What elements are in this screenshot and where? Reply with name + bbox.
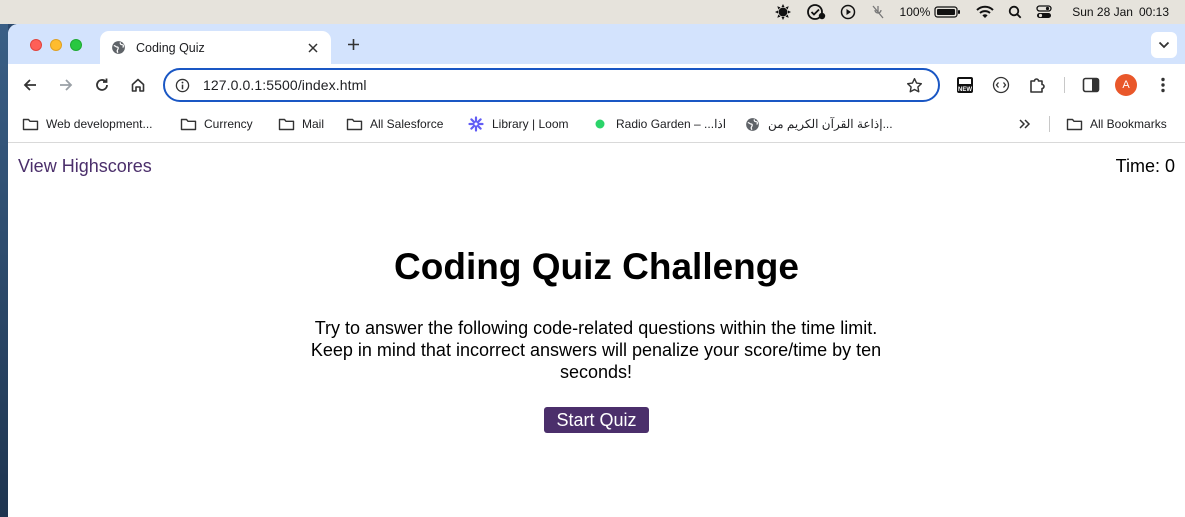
bookmarks-divider [1049,116,1050,132]
zoom-window-button[interactable] [70,39,82,51]
quiz-instructions: Try to answer the following code-related… [310,318,882,382]
folder-icon [21,116,39,132]
bookmarks-bar: Web development... Currency Mail All Sal… [8,106,1185,143]
bookmark-all-salesforce[interactable]: All Salesforce [345,115,443,133]
side-panel-icon[interactable] [1079,73,1103,97]
close-tab-icon[interactable] [305,40,321,56]
tab-search-button[interactable] [1151,32,1177,58]
battery-status[interactable]: 100% [900,0,963,24]
bookmark-label: Library | Loom [492,117,569,131]
bookmark-label: All Salesforce [370,117,444,131]
plus-icon [347,38,359,50]
chevron-down-icon [1158,41,1170,49]
timer: Time: 0 [1116,156,1175,177]
new-tab-button[interactable] [343,34,363,54]
browser-toolbar: 127.0.0.1:5500/index.html NEW A [8,64,1185,106]
desktop-background [0,24,8,517]
minimize-window-button[interactable] [50,39,62,51]
globe-icon [743,116,761,132]
menubar-extension-icon[interactable] [774,0,792,24]
bookmarks-overflow-button[interactable] [1018,115,1032,133]
view-highscores-link[interactable]: View Highscores [18,156,152,177]
extensions-puzzle-icon[interactable] [1025,73,1049,97]
bookmark-label: Web development... [46,117,153,131]
bookmark-currency[interactable]: Currency [179,115,253,133]
macos-menu-bar: 100% Sun 28 Jan 00:13 [0,0,1185,24]
bookmark-quran-radio[interactable]: إذاعة القرآن الكريم من... [743,115,893,133]
control-center-icon[interactable] [1036,0,1052,24]
new-extension-icon[interactable]: NEW [953,73,977,97]
page-content: View Highscores Time: 0 Coding Quiz Chal… [8,146,1185,517]
menubar-checkmark-icon[interactable] [806,0,826,24]
folder-icon [1065,116,1083,132]
bookmark-label: Currency [204,117,253,131]
arrow-left-icon [23,79,36,91]
timer-label: Time: [1115,156,1165,176]
menubar-clock[interactable]: Sun 28 Jan 00:13 [1066,0,1169,24]
globe-icon [110,40,126,56]
address-bar[interactable]: 127.0.0.1:5500/index.html [163,68,940,102]
reload-icon [96,78,108,91]
battery-icon [934,6,961,18]
home-button[interactable] [126,73,150,97]
bookmark-label: إذاعة القرآن الكريم من... [768,117,893,131]
loom-icon [467,116,485,132]
tab-title: Coding Quiz [136,40,205,55]
bookmark-web-development[interactable]: Web development... [21,115,153,133]
url-text[interactable]: 127.0.0.1:5500/index.html [203,77,904,93]
arrow-right-icon [60,79,73,91]
reload-button[interactable] [90,73,114,97]
timer-value: 0 [1164,156,1175,176]
tab-strip: Coding Quiz [8,24,1185,64]
bookmark-label: Radio Garden – ...اذا [616,117,727,131]
menu-kebab-icon[interactable] [1151,73,1175,97]
radio-garden-icon [591,116,609,132]
menubar-muted-icon[interactable] [870,0,886,24]
toolbar-divider [1064,77,1065,93]
bookmark-label: Mail [302,117,325,131]
start-quiz-button[interactable]: Start Quiz [544,407,649,433]
bookmark-mail[interactable]: Mail [277,115,324,133]
folder-icon [277,116,295,132]
back-button[interactable] [18,73,42,97]
menubar-play-icon[interactable] [840,0,856,24]
bookmark-radio-garden[interactable]: Radio Garden – ...اذا [591,115,726,133]
home-icon [131,78,145,92]
svg-text:NEW: NEW [958,87,972,93]
all-bookmarks-button[interactable]: All Bookmarks [1065,115,1167,133]
battery-percent: 100% [899,5,931,19]
site-info-icon[interactable] [174,77,190,93]
close-window-button[interactable] [30,39,42,51]
wifi-icon[interactable] [976,0,994,24]
bookmark-star-icon[interactable] [904,75,924,95]
page-title: Coding Quiz Challenge [394,246,799,287]
code-extension-icon[interactable] [989,73,1013,97]
browser-window: Coding Quiz 127.0.0.1:5500/index.html NE… [8,24,1185,517]
forward-button[interactable] [54,73,78,97]
menubar-time: 00:13 [1138,5,1169,19]
double-chevron-right-icon [1019,119,1031,129]
all-bookmarks-label: All Bookmarks [1090,117,1167,131]
bookmark-library-loom[interactable]: Library | Loom [467,115,568,133]
spotlight-search-icon[interactable] [1008,0,1022,24]
folder-icon [345,116,363,132]
profile-avatar[interactable]: A [1115,74,1137,96]
tab-coding-quiz[interactable]: Coding Quiz [100,31,331,64]
menubar-date: Sun 28 Jan [1072,5,1133,19]
folder-icon [179,116,197,132]
